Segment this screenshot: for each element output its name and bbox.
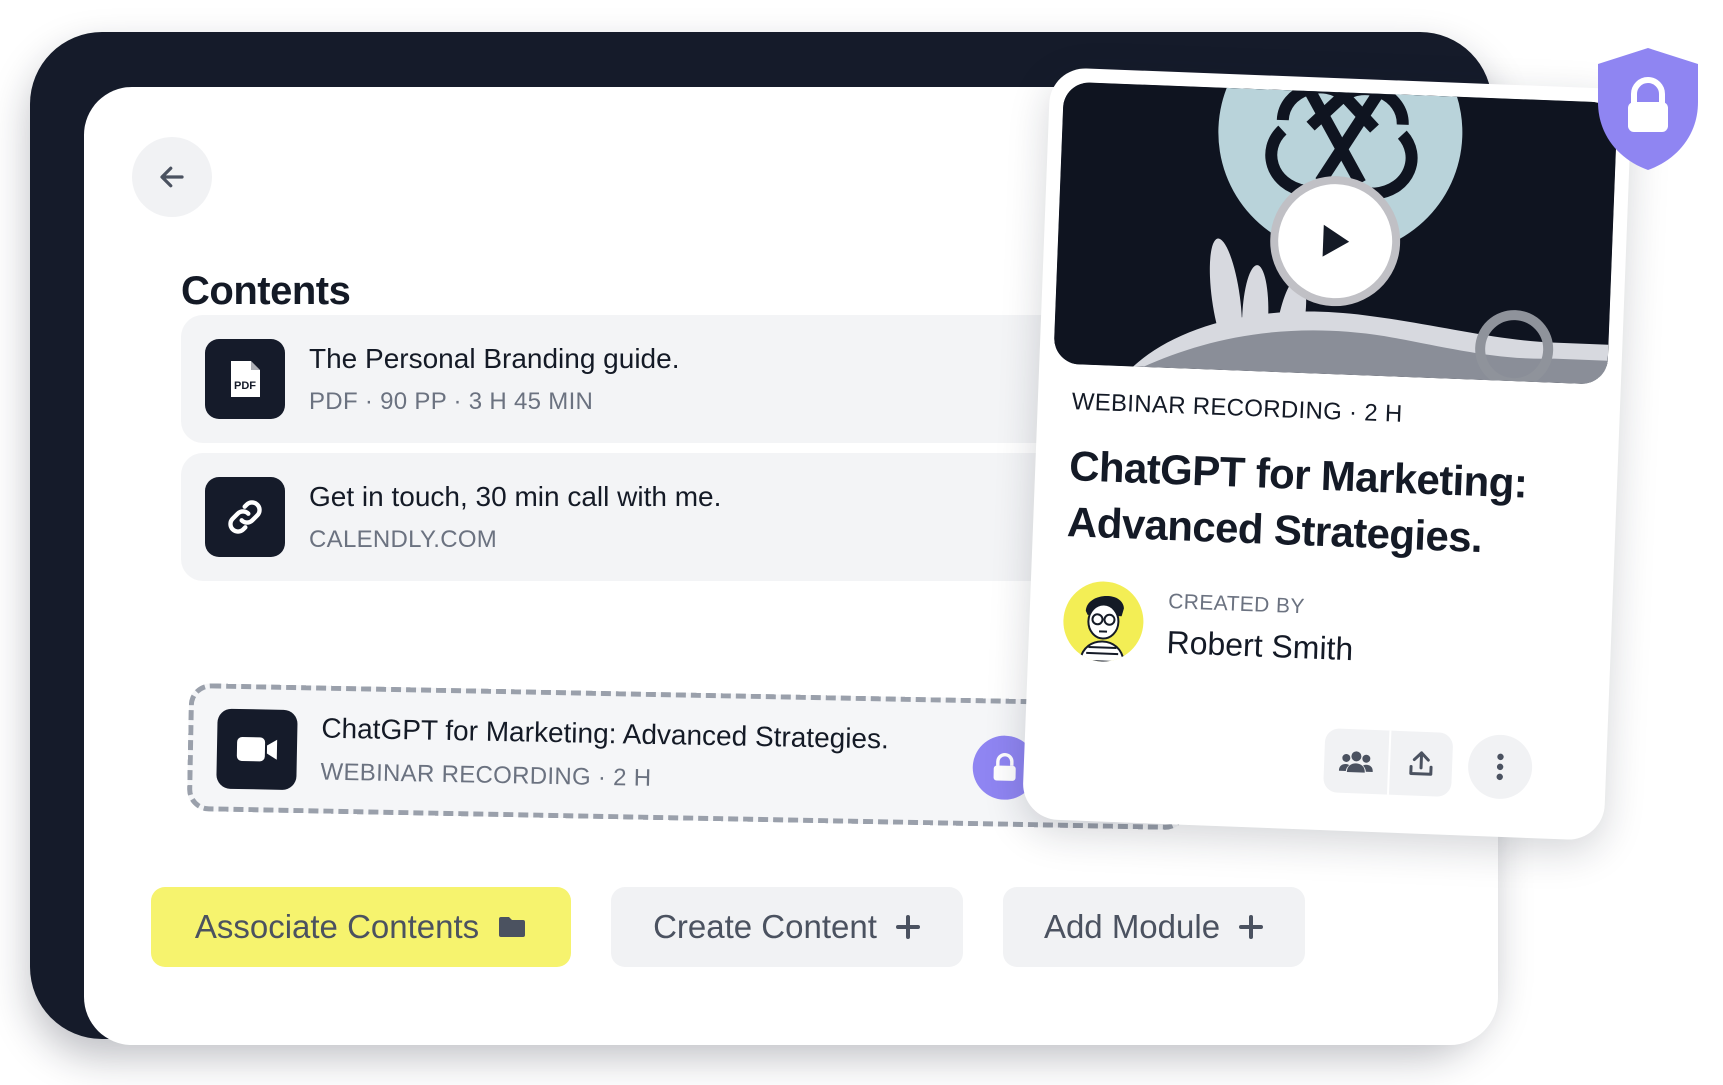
upload-icon (1409, 751, 1433, 776)
more-vertical-icon (1496, 753, 1504, 781)
content-item-subtitle: WEBINAR RECORDING · 2 H (320, 758, 652, 792)
shield-lock-icon (1598, 48, 1698, 170)
svg-text:PDF: PDF (234, 380, 256, 392)
created-by-label: CREATED BY (1167, 590, 1306, 619)
content-item-pdf[interactable]: PDF The Personal Branding guide. PDF · 9… (181, 315, 1181, 443)
create-content-button[interactable]: Create Content (611, 887, 963, 967)
content-item-title: The Personal Branding guide. (309, 343, 680, 374)
associate-contents-button[interactable]: Associate Contents (151, 887, 571, 967)
create-content-label: Create Content (653, 908, 877, 945)
video-thumbnail[interactable] (1053, 81, 1618, 385)
arrow-left-icon (160, 166, 184, 188)
content-item-subtitle: CALENDLY.COM (309, 526, 498, 553)
author-name: Robert Smith (1165, 623, 1354, 668)
plus-icon (895, 915, 920, 939)
upload-button[interactable] (1386, 730, 1454, 798)
play-icon (1322, 224, 1350, 257)
content-item-title: ChatGPT for Marketing: Advanced Strategi… (321, 712, 890, 755)
add-module-label: Add Module (1043, 908, 1221, 945)
video-camera-icon (216, 708, 298, 791)
card-action-group (1323, 728, 1454, 798)
folder-icon (499, 917, 526, 937)
lock-icon (993, 753, 1016, 781)
associate-contents-label: Associate Contents (194, 908, 480, 945)
content-item-subtitle: PDF · 90 PP · 3 H 45 MIN (309, 388, 594, 415)
content-item-title: Get in touch, 30 min call with me. (309, 481, 722, 512)
users-icon (1338, 751, 1373, 773)
card-title: ChatGPT for Marketing: Advanced Strategi… (1066, 442, 1529, 561)
share-users-button[interactable] (1323, 728, 1389, 794)
avatar (1061, 580, 1145, 664)
add-module-button[interactable]: Add Module (1003, 887, 1305, 967)
link-icon (205, 477, 285, 557)
back-button[interactable] (132, 137, 212, 217)
content-preview-card[interactable]: WEBINAR RECORDING · 2 H ChatGPT for Mark… (1021, 67, 1633, 841)
more-options-button[interactable] (1466, 733, 1534, 801)
card-meta: WEBINAR RECORDING · 2 H (1071, 388, 1404, 428)
stage: Contents PDF The Personal Branding guide… (0, 0, 1723, 1085)
page-title: Contents (181, 269, 351, 313)
pdf-file-icon: PDF (205, 339, 285, 419)
plus-icon (1239, 915, 1264, 939)
